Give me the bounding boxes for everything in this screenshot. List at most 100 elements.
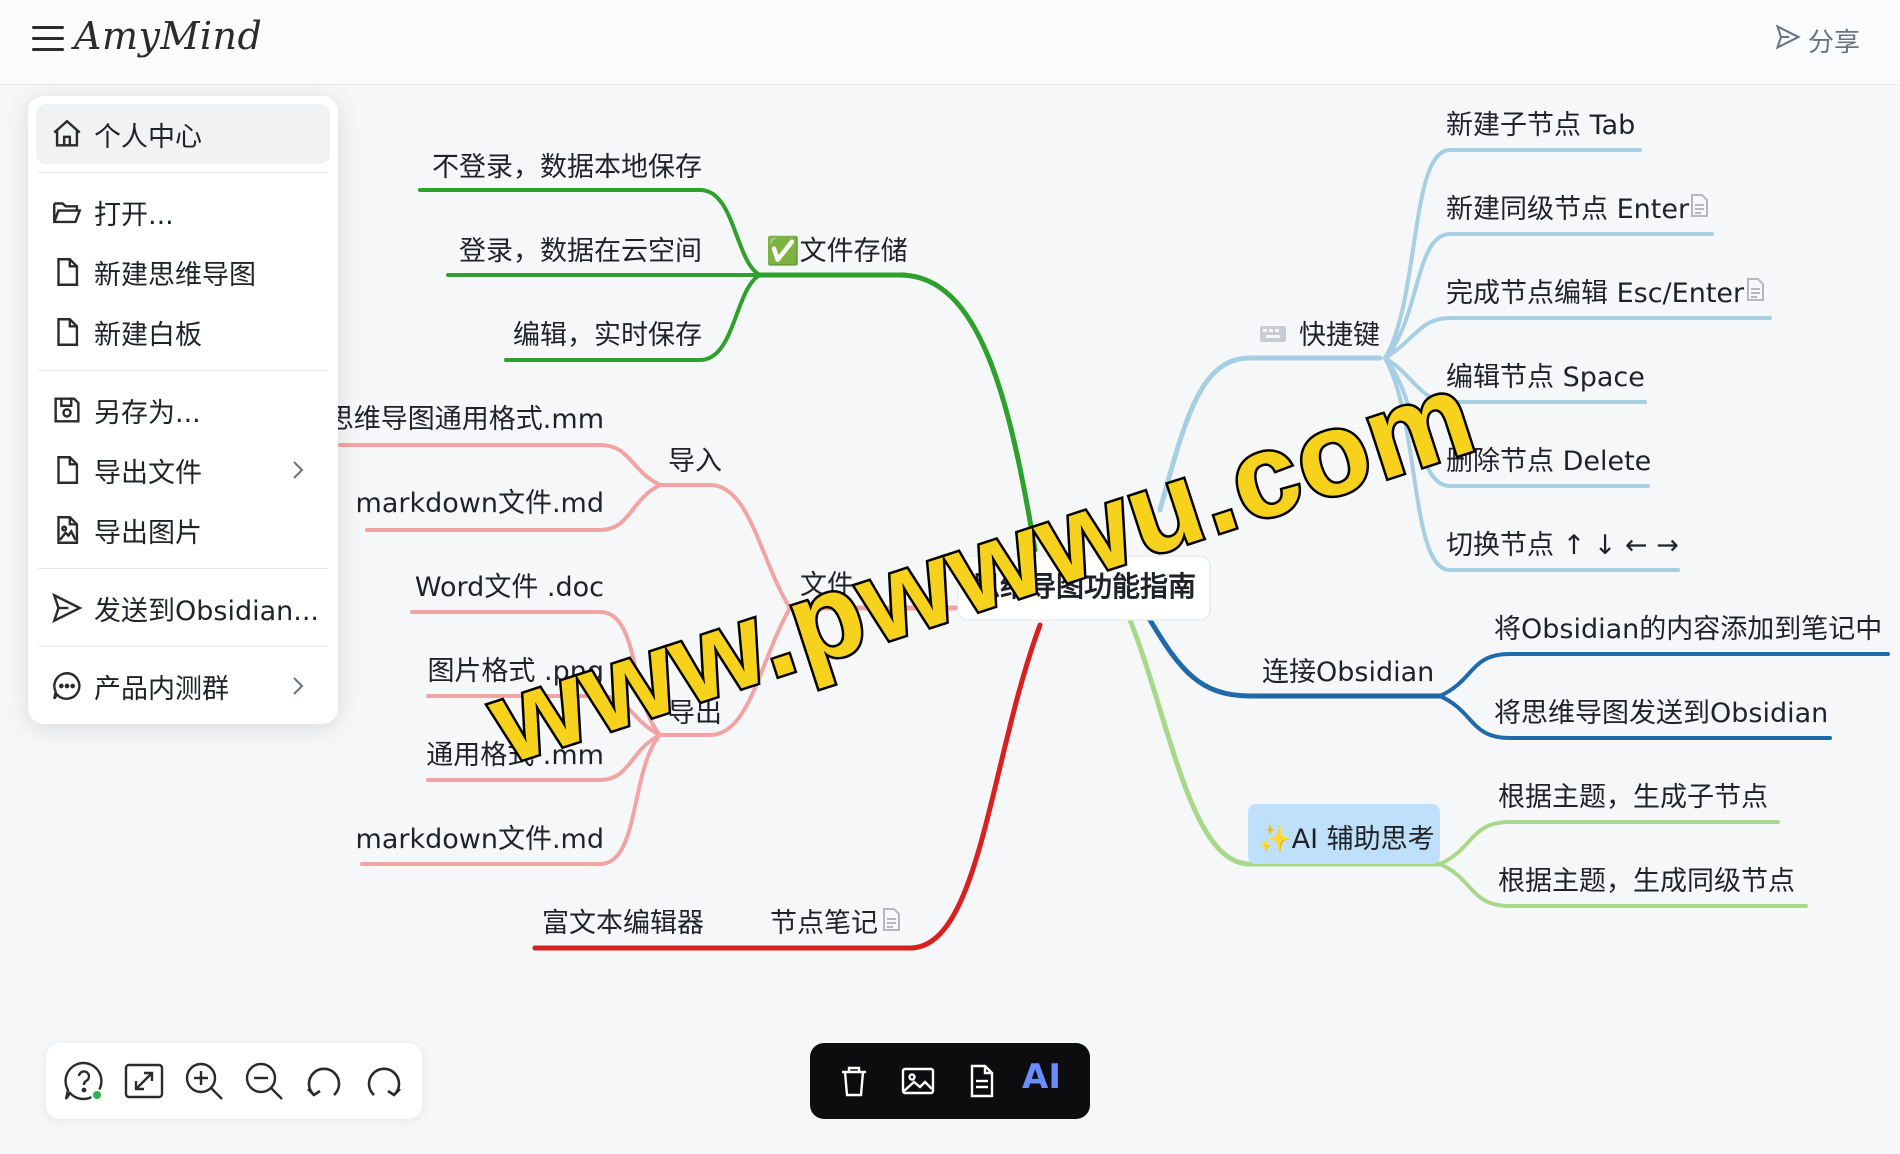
note-icon <box>1747 278 1764 301</box>
image-file-icon <box>50 513 84 547</box>
menu-divider <box>38 646 328 647</box>
node-sc-2[interactable]: 新建同级节点 Enter <box>1446 194 1690 225</box>
file-icon <box>50 453 84 487</box>
node-file-storage[interactable]: ✅文件存储 <box>766 235 908 267</box>
undo-icon <box>307 1067 341 1097</box>
menu-item-label: 发送到Obsidian... <box>94 595 320 627</box>
edge-shortcuts <box>1157 355 1383 513</box>
edge-node-notes <box>532 622 1043 951</box>
home-icon <box>50 117 84 151</box>
note-icon <box>883 908 900 931</box>
node-obs-2[interactable]: 将思维导图发送到Obsidian <box>1494 698 1828 729</box>
send-icon <box>50 591 84 625</box>
edge-import <box>658 483 792 610</box>
node-export[interactable]: 导出 <box>668 698 722 729</box>
help-button[interactable] <box>60 1057 108 1105</box>
menu-divider <box>38 568 328 569</box>
menu-item-save-as[interactable]: 另存为... <box>36 380 330 440</box>
menu-item-export-file[interactable]: 导出文件 <box>36 440 330 500</box>
node-green-3[interactable]: 编辑，实时保存 <box>513 320 702 351</box>
node-import-2[interactable]: markdown文件.md <box>356 488 604 519</box>
node-export-2[interactable]: 图片格式 .png <box>427 656 604 687</box>
share-label: 分享 <box>1807 28 1860 58</box>
fit-screen-button[interactable] <box>120 1057 168 1105</box>
menu-item-profile[interactable]: 个人中心 <box>36 104 330 164</box>
top-bar: AmyMind 分享 <box>0 0 1900 85</box>
node-green-1[interactable]: 不登录，数据本地保存 <box>432 152 702 183</box>
node-ai-1[interactable]: 根据主题，生成子节点 <box>1498 782 1768 813</box>
node-sc-1[interactable]: 新建子节点 Tab <box>1446 110 1635 141</box>
node-import[interactable]: 导入 <box>668 446 722 477</box>
brand-logo: AmyMind <box>74 14 263 58</box>
zoom-out-icon <box>245 1062 283 1100</box>
note-icon <box>970 1064 994 1098</box>
menu-item-open[interactable]: 打开... <box>36 182 330 242</box>
edge-ai-1 <box>1438 820 1780 866</box>
node-ai[interactable]: ✨AI 辅助思考 <box>1258 824 1435 855</box>
redo-icon <box>367 1067 401 1097</box>
node-shortcuts[interactable]: 快捷键 <box>1299 320 1380 351</box>
save-icon <box>50 393 84 427</box>
expand-icon <box>124 1063 164 1099</box>
menu-item-label: 打开... <box>94 199 174 231</box>
redo-button[interactable] <box>360 1057 408 1105</box>
menu-item-label: 另存为... <box>94 397 201 429</box>
chevron-right-icon <box>286 456 310 484</box>
menu-item-label: 产品内测群 <box>94 673 229 705</box>
menu-item-label: 个人中心 <box>94 121 202 153</box>
share-button[interactable]: 分享 <box>1774 22 1860 59</box>
edge-export-2 <box>426 694 662 737</box>
main-menu: 个人中心 打开... 新建思维导图 新建白板 另存为... 导出文件 导出图片 … <box>28 96 338 724</box>
zoom-in-button[interactable] <box>180 1057 228 1105</box>
node-export-1[interactable]: Word文件 .doc <box>415 572 604 603</box>
menu-item-send-obsidian[interactable]: 发送到Obsidian... <box>36 578 330 638</box>
menu-divider <box>38 172 328 173</box>
node-toolbar: AI <box>810 1043 1090 1119</box>
note-icon <box>1691 194 1708 217</box>
menu-divider <box>38 370 328 371</box>
menu-item-new-whiteboard[interactable]: 新建白板 <box>36 302 330 362</box>
keyboard-icon <box>1260 326 1286 342</box>
menu-item-export-image[interactable]: 导出图片 <box>36 500 330 560</box>
node-export-4[interactable]: markdown文件.md <box>356 824 604 855</box>
menu-item-beta-group[interactable]: 产品内测群 <box>36 656 330 716</box>
chevron-right-icon <box>286 672 310 700</box>
file-icon <box>50 315 84 349</box>
node-rich-editor[interactable]: 富文本编辑器 <box>542 908 704 939</box>
node-obsidian[interactable]: 连接Obsidian <box>1262 657 1434 688</box>
note-button[interactable] <box>962 1061 1002 1101</box>
node-ai-2[interactable]: 根据主题，生成同级节点 <box>1498 866 1795 897</box>
node-green-2[interactable]: 登录，数据在云空间 <box>459 236 702 267</box>
delete-button[interactable] <box>834 1061 874 1101</box>
zoom-out-button[interactable] <box>240 1057 288 1105</box>
undo-button[interactable] <box>300 1057 348 1105</box>
node-node-notes[interactable]: 节点笔记 <box>770 908 878 939</box>
canvas-toolbar <box>46 1043 422 1119</box>
node-sc-5[interactable]: 删除节点 Delete <box>1446 446 1651 477</box>
menu-item-label: 导出文件 <box>94 457 202 489</box>
insert-image-button[interactable] <box>898 1061 938 1101</box>
menu-item-label: 新建思维导图 <box>94 259 256 291</box>
node-sc-3[interactable]: 完成节点编辑 Esc/Enter <box>1446 278 1745 309</box>
menu-item-label: 新建白板 <box>94 319 202 351</box>
node-obs-1[interactable]: 将Obsidian的内容添加到笔记中 <box>1494 614 1882 645</box>
image-icon <box>901 1067 935 1095</box>
file-icon <box>50 255 84 289</box>
node-sc-6[interactable]: 切换节点 ↑ ↓ ← → <box>1446 530 1679 561</box>
node-import-1[interactable]: 思维导图通用格式.mm <box>327 404 604 435</box>
trash-icon <box>842 1066 866 1097</box>
edge-obs-1 <box>1438 652 1890 698</box>
edge-sc-3 <box>1383 316 1772 360</box>
edge-import-1 <box>338 443 662 487</box>
zoom-in-icon <box>185 1062 223 1100</box>
node-file[interactable]: 文件 <box>800 570 854 601</box>
help-icon <box>64 1061 103 1101</box>
ai-button[interactable]: AI <box>1022 1057 1061 1097</box>
root-node[interactable]: 思维导图功能指南 <box>972 570 1196 603</box>
menu-item-label: 导出图片 <box>94 517 202 549</box>
menu-item-new-mindmap[interactable]: 新建思维导图 <box>36 242 330 302</box>
node-export-3[interactable]: 通用格式 .mm <box>426 740 604 771</box>
node-sc-4[interactable]: 编辑节点 Space <box>1446 362 1645 393</box>
chat-icon <box>50 669 84 703</box>
menu-toggle-icon[interactable] <box>32 26 64 54</box>
